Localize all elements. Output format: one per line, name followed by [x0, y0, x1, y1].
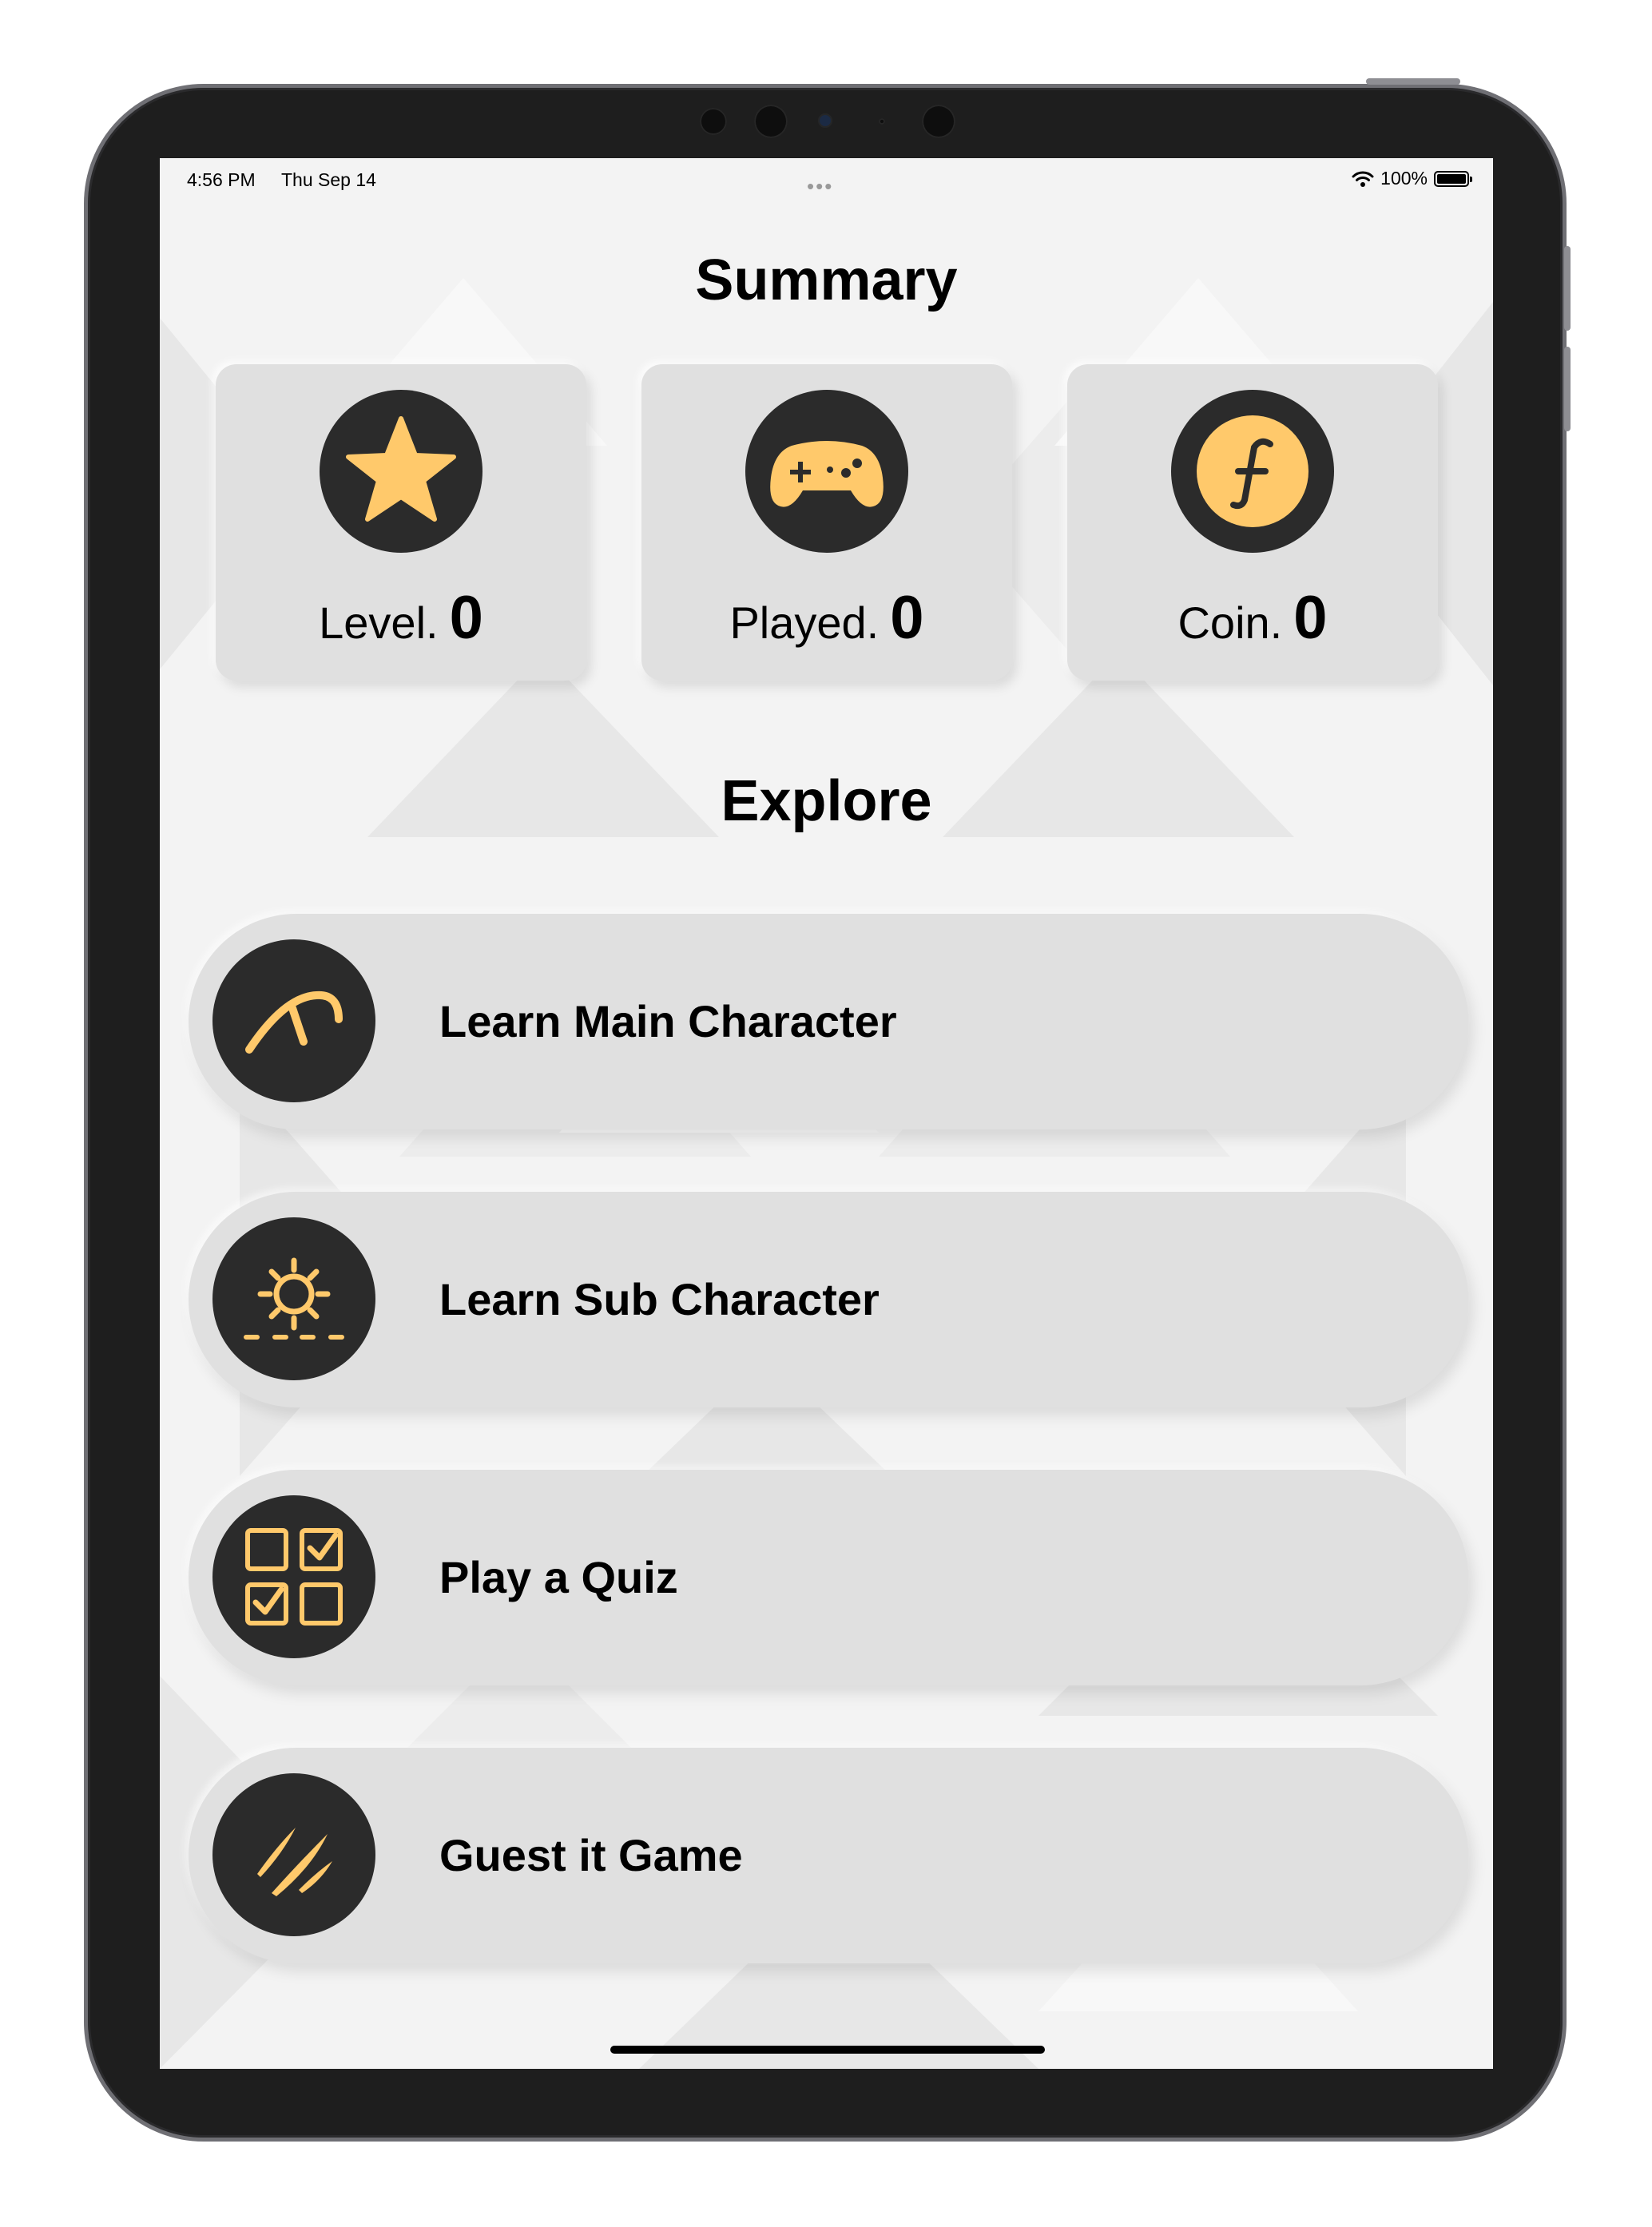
coin-value: 0: [1293, 584, 1328, 652]
learn-sub-character-button[interactable]: Learn Sub Character: [189, 1192, 1468, 1407]
volume-down-button: [1564, 347, 1571, 431]
star-icon: [320, 390, 482, 553]
sub-character-glyph-icon: [212, 1217, 375, 1380]
home-indicator[interactable]: [610, 2046, 1045, 2054]
explore-title: Explore: [721, 769, 932, 833]
quiz-checklist-icon: [212, 1495, 375, 1658]
sensor-dot: [700, 108, 727, 135]
gamepad-icon: [745, 390, 908, 553]
learn-main-character-button[interactable]: Learn Main Character: [189, 914, 1468, 1129]
status-right: 100%: [1352, 168, 1472, 189]
sensor-dot: [879, 118, 885, 125]
guest-it-game-button[interactable]: Guest it Game: [189, 1748, 1468, 1963]
wifi-icon: [1352, 171, 1374, 187]
top-button: [1366, 78, 1460, 85]
play-quiz-label: Play a Quiz: [439, 1552, 678, 1602]
battery-icon: [1434, 170, 1472, 187]
sensor-dot: [922, 105, 955, 138]
played-value: 0: [890, 584, 924, 652]
level-stat: Level. 0: [216, 583, 586, 653]
slashes-icon: [212, 1773, 375, 1936]
coin-card[interactable]: Coin. 0: [1067, 364, 1438, 681]
play-quiz-button[interactable]: Play a Quiz: [189, 1470, 1468, 1685]
coin-icon: [1171, 390, 1334, 553]
played-stat: Played. 0: [641, 583, 1012, 653]
camera-lens: [818, 113, 832, 128]
status-bar: 4:56 PM Thu Sep 14 ••• 100%: [160, 158, 1493, 206]
summary-title: Summary: [695, 248, 958, 312]
learn-sub-character-label: Learn Sub Character: [439, 1274, 880, 1324]
guest-it-game-label: Guest it Game: [439, 1830, 743, 1880]
level-label: Level.: [319, 597, 439, 648]
multitasking-dots[interactable]: •••: [807, 174, 833, 199]
screen: 4:56 PM Thu Sep 14 ••• 100% Summary Leve…: [160, 158, 1493, 2069]
coin-label: Coin.: [1177, 597, 1283, 648]
status-time: 4:56 PM: [187, 169, 256, 190]
learn-main-character-label: Learn Main Character: [439, 996, 897, 1046]
level-card[interactable]: Level. 0: [216, 364, 586, 681]
volume-up-button: [1564, 246, 1571, 331]
played-label: Played.: [729, 597, 880, 648]
level-value: 0: [449, 584, 483, 652]
played-card[interactable]: Played. 0: [641, 364, 1012, 681]
status-date: Thu Sep 14: [281, 169, 376, 190]
coin-stat: Coin. 0: [1067, 583, 1438, 653]
main-character-glyph-icon: [212, 939, 375, 1102]
battery-percent: 100%: [1380, 168, 1428, 189]
sensor-dot: [754, 105, 788, 138]
